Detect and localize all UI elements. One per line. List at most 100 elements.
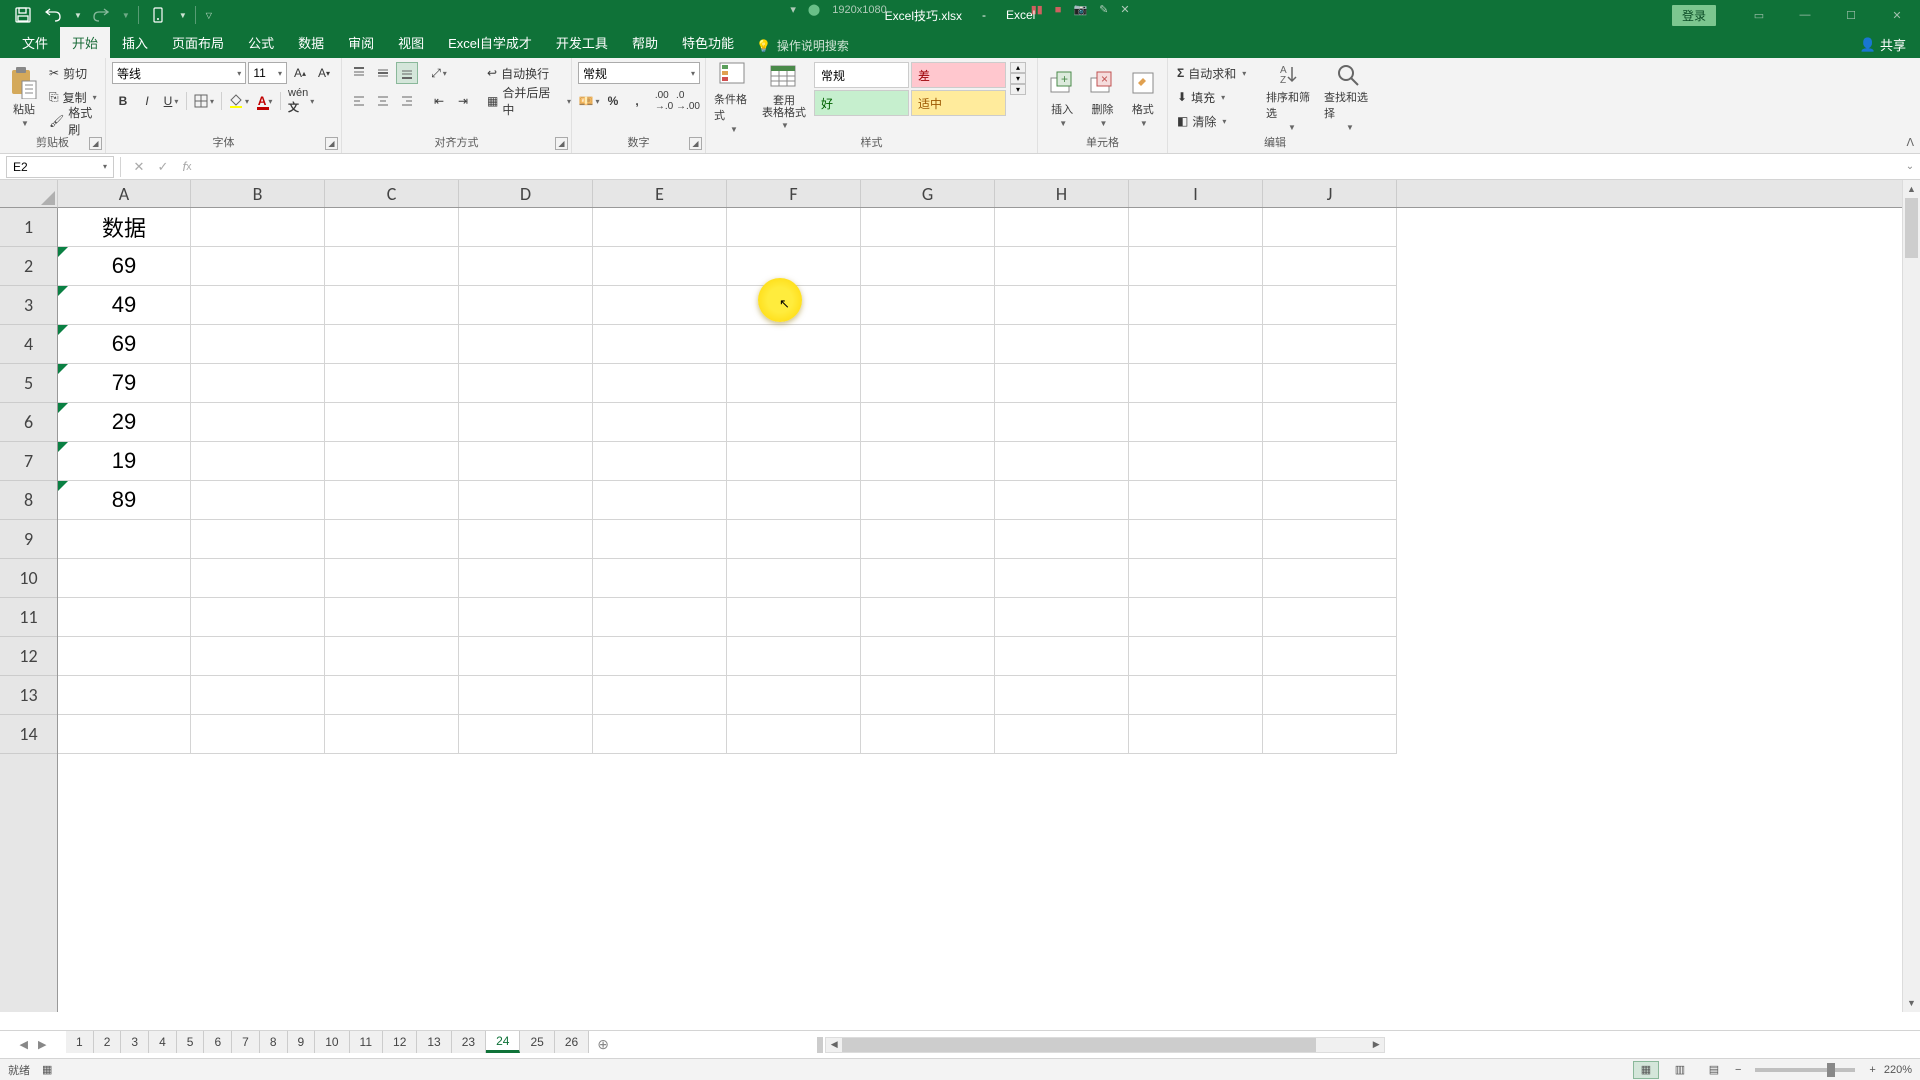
cell-A10[interactable] [58,559,191,598]
cell-G10[interactable] [861,559,995,598]
cell-E2[interactable] [593,247,727,286]
cell-B3[interactable] [191,286,325,325]
cell-F12[interactable] [727,637,861,676]
cell-C8[interactable] [325,481,459,520]
align-middle-button[interactable] [372,62,394,84]
paste-button[interactable]: 粘贴 ▼ [6,62,42,132]
cell-H12[interactable] [995,637,1129,676]
cell-F14[interactable] [727,715,861,754]
cell-I11[interactable] [1129,598,1263,637]
cell-H6[interactable] [995,403,1129,442]
cell-F5[interactable] [727,364,861,403]
cell-J5[interactable] [1263,364,1397,403]
cell-H10[interactable] [995,559,1129,598]
cell-C10[interactable] [325,559,459,598]
align-left-button[interactable] [348,90,370,112]
font-size-combo[interactable]: 11▾ [248,62,287,84]
cell-G3[interactable] [861,286,995,325]
decrease-indent-button[interactable]: ⇤ [428,90,450,112]
sheet-tab-8[interactable]: 8 [260,1031,288,1053]
tab-view[interactable]: 视图 [386,27,436,58]
tell-me-search[interactable]: 💡 操作说明搜索 [756,37,849,58]
ribbon-display-icon[interactable]: ▭ [1736,0,1782,30]
column-header-D[interactable]: D [459,180,593,207]
sort-filter-button[interactable]: AZ 排序和筛选▼ [1264,62,1318,132]
cell-I13[interactable] [1129,676,1263,715]
style-bad[interactable]: 差 [911,62,1006,88]
enter-formula-icon[interactable]: ✓ [151,156,175,178]
conditional-format-button[interactable]: 条件格式▼ [712,62,754,132]
name-box[interactable]: E2▾ [6,156,114,178]
increase-decimal-button[interactable]: .00→.0 [653,90,675,112]
cell-E8[interactable] [593,481,727,520]
sheet-tab-10[interactable]: 10 [315,1031,349,1053]
row-header-9[interactable]: 9 [0,520,57,559]
number-format-combo[interactable]: 常规▾ [578,62,700,84]
cell-A12[interactable] [58,637,191,676]
shrink-font-button[interactable]: A▾ [313,62,335,84]
cell-B4[interactable] [191,325,325,364]
cell-I6[interactable] [1129,403,1263,442]
cell-E10[interactable] [593,559,727,598]
cell-J1[interactable] [1263,208,1397,247]
bold-button[interactable]: B [112,90,134,112]
cell-G9[interactable] [861,520,995,559]
comma-button[interactable]: , [626,90,648,112]
cell-J2[interactable] [1263,247,1397,286]
cell-H14[interactable] [995,715,1129,754]
cell-H5[interactable] [995,364,1129,403]
cell-H9[interactable] [995,520,1129,559]
style-neutral[interactable]: 适中 [911,90,1006,116]
sheet-tab-12[interactable]: 12 [383,1031,417,1053]
cell-B6[interactable] [191,403,325,442]
tab-file[interactable]: 文件 [10,27,60,58]
collapse-ribbon-icon[interactable]: ᐱ [1906,136,1914,149]
cell-D10[interactable] [459,559,593,598]
view-pagelayout-icon[interactable]: ▥ [1667,1061,1693,1079]
cell-E6[interactable] [593,403,727,442]
row-headers[interactable]: 1234567891011121314 [0,208,58,1012]
autosum-button[interactable]: Σ自动求和▾ [1174,62,1260,84]
fill-button[interactable]: ⬇填充▾ [1174,86,1260,108]
align-bottom-button[interactable] [396,62,418,84]
tab-help[interactable]: 帮助 [620,27,670,58]
zoom-in-button[interactable]: + [1869,1064,1875,1076]
cell-C2[interactable] [325,247,459,286]
tab-home[interactable]: 开始 [60,27,110,58]
font-launcher[interactable]: ◢ [325,137,338,150]
cell-J9[interactable] [1263,520,1397,559]
cell-C14[interactable] [325,715,459,754]
cell-H11[interactable] [995,598,1129,637]
cell-G6[interactable] [861,403,995,442]
row-header-3[interactable]: 3 [0,286,57,325]
find-select-button[interactable]: 查找和选择▼ [1322,62,1376,132]
row-header-1[interactable]: 1 [0,208,57,247]
style-normal[interactable]: 常规 [814,62,909,88]
cell-J8[interactable] [1263,481,1397,520]
sheet-tab-11[interactable]: 11 [350,1031,383,1053]
cell-D3[interactable] [459,286,593,325]
cell-A13[interactable] [58,676,191,715]
cell-I12[interactable] [1129,637,1263,676]
column-header-C[interactable]: C [325,180,459,207]
cell-D13[interactable] [459,676,593,715]
sheet-tab-23[interactable]: 23 [452,1031,486,1053]
cell-D8[interactable] [459,481,593,520]
login-button[interactable]: 登录 [1672,5,1716,26]
align-right-button[interactable] [396,90,418,112]
cell-H4[interactable] [995,325,1129,364]
cell-D9[interactable] [459,520,593,559]
cell-B1[interactable] [191,208,325,247]
cell-I7[interactable] [1129,442,1263,481]
row-header-12[interactable]: 12 [0,637,57,676]
font-color-button[interactable]: A▾ [254,90,276,112]
cell-J6[interactable] [1263,403,1397,442]
cell-B9[interactable] [191,520,325,559]
cell-C1[interactable] [325,208,459,247]
underline-button[interactable]: U▾ [160,90,182,112]
cell-I8[interactable] [1129,481,1263,520]
redo-icon[interactable] [90,4,112,26]
cell-F10[interactable] [727,559,861,598]
minimize-icon[interactable]: — [1782,0,1828,30]
clipboard-launcher[interactable]: ◢ [89,137,102,150]
